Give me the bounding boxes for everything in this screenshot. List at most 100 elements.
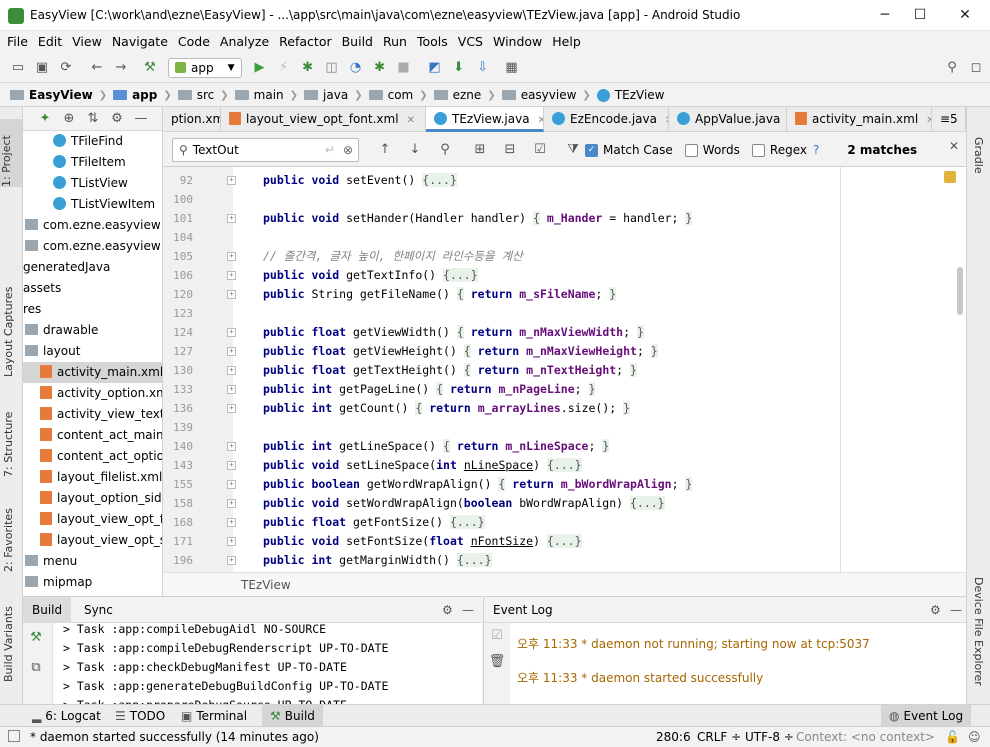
code-editor[interactable]: 92 + public void setEvent() {...} 100 101 + pu… <box>163 167 966 572</box>
menu-run[interactable]: Run <box>378 31 412 53</box>
stop-icon[interactable]: ■ <box>395 59 413 77</box>
filter-icon[interactable]: ⧩ <box>564 141 582 159</box>
caret-position[interactable]: 280:6 <box>656 727 691 747</box>
apply-changes-icon[interactable]: ⚡ <box>275 59 293 77</box>
avd-manager-icon[interactable]: ◩ <box>426 59 444 77</box>
tool-tab-build[interactable]: ⚒ Build <box>262 705 323 727</box>
sdk-manager-icon[interactable]: ⬇ <box>450 59 468 77</box>
menu-navigate[interactable]: Navigate <box>107 31 173 53</box>
editor-tab[interactable]: layout_view_opt_font.xml ✕ <box>221 107 426 132</box>
tree-item[interactable]: com.ezne.easyview (an <box>23 215 162 236</box>
fold-toggle-icon[interactable]: + <box>227 366 236 375</box>
menu-build[interactable]: Build <box>337 31 378 53</box>
clear-icon[interactable]: ⊗ <box>343 143 353 157</box>
toggle-tool-windows-icon[interactable] <box>8 730 20 742</box>
remove-occurrence-icon[interactable]: ⊟ <box>501 141 519 159</box>
breadcrumb-project[interactable]: EasyView <box>6 84 97 107</box>
breadcrumb-easyview[interactable]: easyview <box>498 84 581 107</box>
menu-edit[interactable]: Edit <box>33 31 67 53</box>
tree-item[interactable]: TFileFind <box>23 131 162 152</box>
find-input[interactable]: TextOut <box>193 143 325 157</box>
tool-tab-build-variants[interactable]: Build Variants <box>2 602 15 682</box>
code-line[interactable]: 120 + public String getFileName() { return… <box>163 285 943 304</box>
tree-item[interactable]: TListViewItem <box>23 194 162 215</box>
project-structure-icon[interactable]: ▦ <box>503 59 521 77</box>
code-line[interactable]: 127 + public float getViewHeight() { retur… <box>163 342 943 361</box>
tree-item[interactable]: assets <box>23 278 162 299</box>
regex-checkbox[interactable] <box>751 143 765 157</box>
fold-toggle-icon[interactable]: + <box>227 290 236 299</box>
hide-icon[interactable]: — <box>132 110 150 128</box>
breadcrumb-class[interactable]: TEzView <box>593 84 669 107</box>
fold-toggle-icon[interactable]: + <box>227 252 236 261</box>
save-icon[interactable]: ▣ <box>33 59 51 77</box>
menu-tools[interactable]: Tools <box>412 31 453 53</box>
tree-item[interactable]: content_act_option. <box>23 446 162 467</box>
trash-icon[interactable]: 🗑 <box>488 653 506 671</box>
open-folder-icon[interactable]: ▭ <box>9 59 27 77</box>
fold-toggle-icon[interactable]: + <box>227 347 236 356</box>
menu-refactor[interactable]: Refactor <box>274 31 336 53</box>
fold-toggle-icon[interactable]: + <box>227 404 236 413</box>
breadcrumb-src[interactable]: src <box>174 84 219 107</box>
code-line[interactable]: 92 + public void setEvent() {...} <box>163 171 943 190</box>
tree-item[interactable]: TFileItem <box>23 152 162 173</box>
code-line[interactable]: 158 + public void setWordWrapAlign(boolean… <box>163 494 943 513</box>
fold-toggle-icon[interactable]: + <box>227 499 236 508</box>
account-icon[interactable]: ◻ <box>967 59 985 77</box>
code-line[interactable]: 196 + public int getMarginWidth() {...} <box>163 551 943 570</box>
fold-toggle-icon[interactable]: + <box>227 214 236 223</box>
close-button[interactable]: ✕ <box>950 4 980 26</box>
tree-item[interactable]: mipmap <box>23 572 162 593</box>
attach-debugger-icon[interactable]: ◫ <box>323 59 341 77</box>
tree-item[interactable]: TListView <box>23 173 162 194</box>
build-output[interactable]: > Task :app:compileDebugAidl NO-SOURCE > … <box>63 620 473 705</box>
inspector-icon[interactable]: ☺ <box>968 727 981 747</box>
code-line[interactable]: 124 + public float getViewWidth() { return… <box>163 323 943 342</box>
fold-toggle-icon[interactable]: + <box>227 271 236 280</box>
regex-help-link[interactable]: ? <box>813 143 819 157</box>
run-icon[interactable]: ▶ <box>251 59 269 77</box>
breadcrumb-ezne[interactable]: ezne <box>430 84 486 107</box>
lock-icon[interactable]: 🔓 <box>945 727 960 747</box>
gear-icon[interactable]: ⚙ <box>108 110 126 128</box>
android-icon[interactable]: ✦ <box>36 110 54 128</box>
line-separator[interactable]: CRLF ÷ <box>697 727 741 747</box>
code-line[interactable]: 133 + public int getPageLine() { return m_… <box>163 380 943 399</box>
sync-gradle-icon[interactable]: ⇩ <box>474 59 492 77</box>
tree-item[interactable]: menu <box>23 551 162 572</box>
debug-icon[interactable]: ✱ <box>299 59 317 77</box>
close-tab-icon[interactable]: ✕ <box>407 115 415 126</box>
tree-item[interactable]: generatedJava <box>23 257 162 278</box>
tree-item[interactable]: drawable <box>23 320 162 341</box>
fold-toggle-icon[interactable]: + <box>227 556 236 565</box>
minimize-button[interactable]: ─ <box>870 4 900 26</box>
editor-tab[interactable]: AppValue.java✕ <box>669 107 787 132</box>
tree-item[interactable]: com.ezne.easyview (te <box>23 236 162 257</box>
back-icon[interactable]: ← <box>88 59 106 77</box>
find-input-box[interactable]: ⚲ TextOut ↵ ⊗ <box>172 138 359 162</box>
code-line[interactable]: 101 + public void setHander(Handler handle… <box>163 209 943 228</box>
make-project-icon[interactable]: ⚒ <box>141 59 159 77</box>
add-occurrence-icon[interactable]: ⊞ <box>471 141 489 159</box>
editor-tab[interactable]: EzEncode.java✕ <box>544 107 669 132</box>
editor-tab[interactable]: ≡5 <box>932 107 966 132</box>
breadcrumb-main[interactable]: main <box>231 84 288 107</box>
tree-item[interactable]: content_act_main.x <box>23 425 162 446</box>
tree-item[interactable]: activity_main.xml <box>23 362 162 383</box>
tool-tab-event-log[interactable]: ◍ Event Log <box>881 705 972 727</box>
code-line[interactable]: 105 + // 줄간격, 글자 높이, 한페이지 라인수등을 계산 <box>163 247 943 266</box>
code-line[interactable]: 139 <box>163 418 943 437</box>
breadcrumb-java[interactable]: java <box>300 84 352 107</box>
editor-breadcrumb[interactable]: TEzView <box>163 572 966 596</box>
match-case-checkbox[interactable]: ✓ <box>585 143 598 157</box>
code-line[interactable]: 104 <box>163 228 943 247</box>
fold-toggle-icon[interactable]: + <box>227 176 236 185</box>
tool-tab-project[interactable]: 1: Project <box>0 119 22 187</box>
find-all-icon[interactable]: ⚲ <box>436 141 454 159</box>
tool-tab-logcat[interactable]: ▂ 6: Logcat <box>32 705 101 727</box>
tree-item[interactable]: layout <box>23 341 162 362</box>
fold-toggle-icon[interactable]: + <box>227 461 236 470</box>
code-line[interactable]: 100 <box>163 190 943 209</box>
breadcrumb-app[interactable]: app <box>109 84 161 107</box>
